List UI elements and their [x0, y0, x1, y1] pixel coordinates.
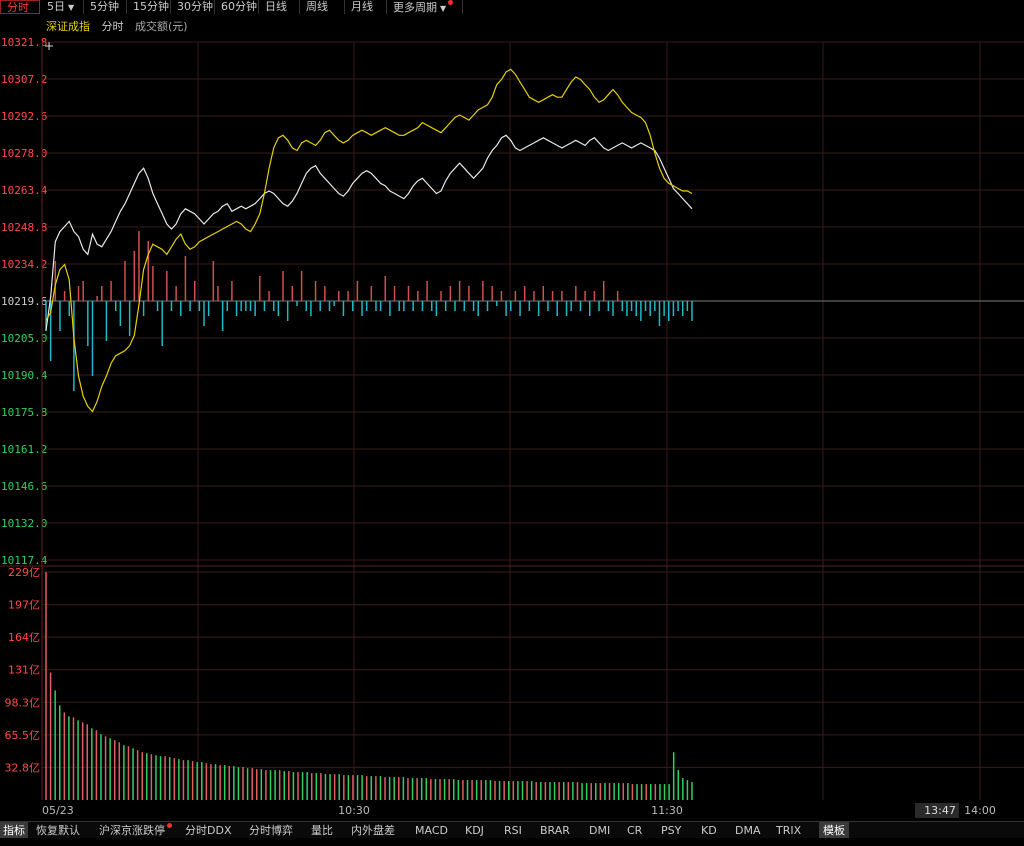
indicator-kdj[interactable]: KDJ	[465, 822, 484, 839]
indicator-label: 模板	[823, 824, 845, 837]
indicator-kd[interactable]: KD	[701, 822, 717, 839]
indicator-label: 分时博弈	[249, 824, 293, 837]
x-tick-label: 10:30	[338, 804, 370, 817]
indicator-label: 量比	[311, 824, 333, 837]
indicator-restore-default[interactable]: 恢复默认	[36, 822, 80, 839]
indicator-cr[interactable]: CR	[627, 822, 642, 839]
indicator-label: KDJ	[465, 824, 484, 837]
x-tick-label: 14:00	[964, 804, 996, 817]
indicator-template[interactable]: 模板	[819, 822, 849, 839]
indicator-label: DMI	[589, 824, 611, 837]
indicator-psy[interactable]: PSY	[661, 822, 681, 839]
y-tick-label: 10205.0	[1, 332, 47, 345]
y-tick-label: 10161.2	[1, 443, 47, 456]
indicator-game[interactable]: 分时博弈	[249, 822, 293, 839]
y-tick-label: 10307.2	[1, 73, 47, 86]
vol-y-tick-label: 197亿	[8, 599, 40, 612]
indicator-label: 内外盘差	[351, 824, 395, 837]
y-tick-label: 10278.0	[1, 147, 47, 160]
vol-y-tick-label: 164亿	[8, 631, 40, 644]
vol-y-tick-label: 98.3亿	[5, 696, 41, 709]
y-tick-label: 10190.4	[1, 369, 48, 382]
indicator-dmi[interactable]: DMI	[589, 822, 610, 839]
indicator-macd[interactable]: MACD	[415, 822, 448, 839]
indicator-volume-ratio[interactable]: 量比	[311, 822, 333, 839]
vol-y-tick-label: 131亿	[8, 664, 40, 677]
y-tick-label: 10292.6	[1, 110, 47, 123]
notification-dot	[167, 823, 172, 828]
y-tick-label: 10146.6	[1, 480, 47, 493]
indicator-label: KD	[701, 824, 717, 837]
footer-strip	[0, 838, 1024, 846]
indicator-label: 沪深京涨跌停	[99, 824, 165, 837]
vol-y-tick-label: 65.5亿	[5, 729, 41, 742]
indicator-trix[interactable]: TRIX	[776, 822, 801, 839]
indicator-label: 分时DDX	[185, 824, 232, 837]
y-tick-label: 10132.0	[1, 517, 47, 530]
indicator-label: DMA	[735, 824, 761, 837]
x-tick-label: 13:47	[924, 804, 956, 817]
intraday-chart[interactable]: 10321.8 10307.2 10292.6 10278.0 10263.4 10248…	[0, 0, 1024, 821]
indicator-ddx[interactable]: 分时DDX	[185, 822, 231, 839]
indicator-label: MACD	[415, 824, 448, 837]
indicator-label: RSI	[504, 824, 522, 837]
y-tick-label: 10175.8	[1, 406, 47, 419]
average-line	[45, 68, 693, 413]
x-tick-label: 05/23	[42, 804, 74, 817]
indicator-dma[interactable]: DMA	[735, 822, 761, 839]
indicator-bar: 指标 恢复默认 沪深京涨跌停 分时DDX 分时博弈 量比 内外盘差 MACD K…	[0, 821, 1024, 839]
indicator-inner-outer[interactable]: 内外盘差	[351, 822, 395, 839]
indicator-label: TRIX	[776, 824, 802, 837]
crosshair-icon: +	[44, 39, 54, 53]
indicator-tab-indicators[interactable]: 指标	[0, 822, 28, 839]
indicator-limit-up-down[interactable]: 沪深京涨跌停	[99, 822, 172, 839]
x-tick-label: 11:30	[651, 804, 683, 817]
indicator-label: 恢复默认	[36, 824, 80, 837]
indicator-label: 指标	[3, 824, 25, 837]
vol-y-tick-label: 32.8亿	[5, 761, 41, 774]
indicator-label: PSY	[661, 824, 682, 837]
y-tick-label: 10234.2	[1, 258, 47, 271]
indicator-brar[interactable]: BRAR	[540, 822, 570, 839]
y-tick-label: 10219.6	[1, 295, 47, 308]
y-tick-label: 10248.8	[1, 221, 47, 234]
indicator-label: BRAR	[540, 824, 570, 837]
y-tick-label: 10263.4	[1, 184, 48, 197]
indicator-rsi[interactable]: RSI	[504, 822, 522, 839]
indicator-label: CR	[627, 824, 643, 837]
y-tick-label: 10321.8	[1, 36, 47, 49]
vol-y-tick-label: 229亿	[8, 566, 40, 579]
